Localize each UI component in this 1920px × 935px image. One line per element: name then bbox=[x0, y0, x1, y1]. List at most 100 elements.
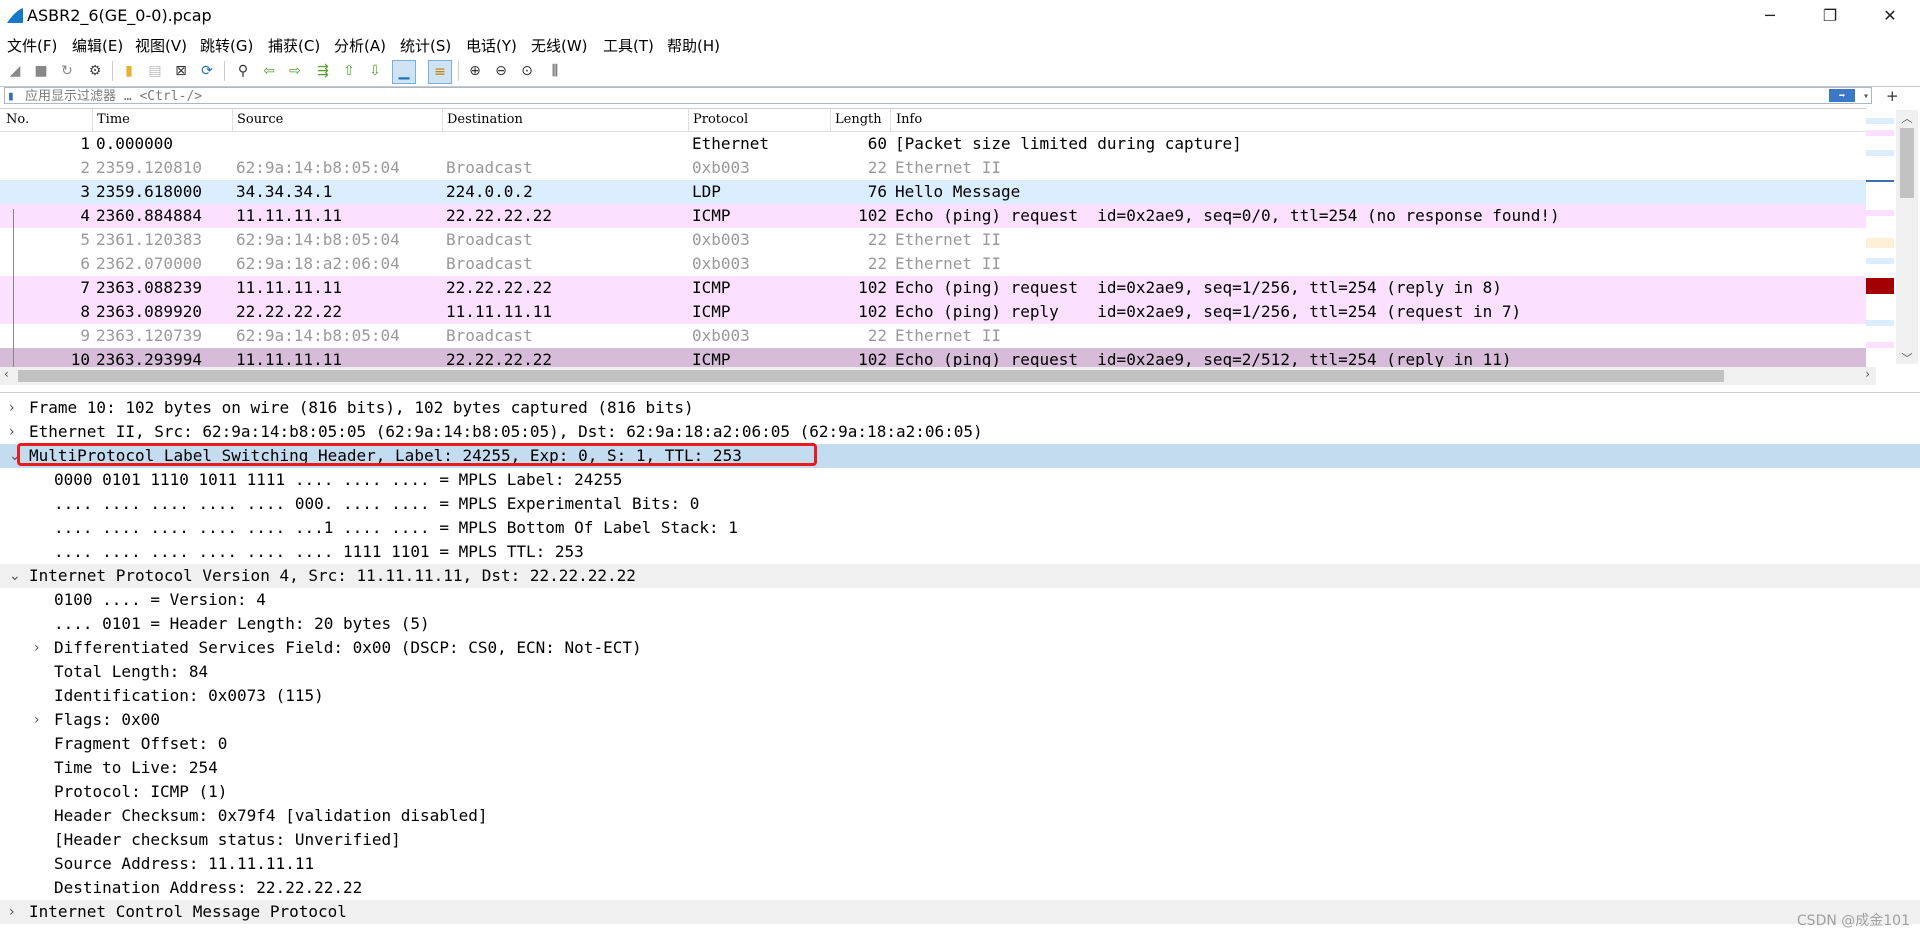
go-to-packet-icon[interactable]: ⇶ bbox=[312, 60, 334, 82]
packet-row[interactable]: 9 2363.120739 62:9a:14:b8:05:04 Broadcast 0x… bbox=[0, 324, 1866, 348]
zoom-normal-icon[interactable]: ⊙ bbox=[516, 60, 538, 82]
zoom-out-icon[interactable]: ⊖ bbox=[490, 60, 512, 82]
detail-tree-item[interactable]: › Flags: 0x00 bbox=[0, 708, 1920, 732]
column-header-info[interactable]: Info bbox=[896, 112, 922, 127]
scroll-right-icon[interactable]: › bbox=[1865, 367, 1870, 381]
capture-options-icon[interactable]: ⚙ bbox=[84, 60, 106, 82]
restart-capture-icon[interactable]: ↻ bbox=[56, 60, 78, 82]
menu-go[interactable]: 跳转(G) bbox=[200, 35, 253, 56]
start-capture-icon[interactable]: ◢ bbox=[4, 60, 26, 82]
menu-view[interactable]: 视图(V) bbox=[135, 35, 187, 56]
autoscroll-icon[interactable]: ▁ bbox=[392, 60, 416, 84]
detail-tree-item[interactable]: 0100 .... = Version: 4 bbox=[0, 588, 1920, 612]
menu-wireless[interactable]: 无线(W) bbox=[531, 35, 588, 56]
display-filter-input[interactable]: ▮ 应用显示过滤器 … <Ctrl-/> ➡ ▾ bbox=[4, 87, 1872, 104]
detail-tree-item[interactable]: .... .... .... .... .... 000. .... .... … bbox=[0, 492, 1920, 516]
colorize-icon[interactable]: ≡ bbox=[428, 60, 452, 84]
find-packet-icon[interactable]: ⚲ bbox=[232, 60, 254, 82]
detail-tree-item[interactable]: .... .... .... .... .... .... 1111 1101 … bbox=[0, 540, 1920, 564]
packet-row[interactable]: 8 2363.089920 22.22.22.22 11.11.11.11 ICMP 10… bbox=[0, 300, 1866, 324]
column-divider[interactable] bbox=[442, 109, 443, 131]
detail-tree-item[interactable]: .... .... .... .... .... ...1 .... .... … bbox=[0, 516, 1920, 540]
packet-source: 11.11.11.11 bbox=[236, 350, 342, 369]
detail-tree-item[interactable]: .... 0101 = Header Length: 20 bytes (5) bbox=[0, 612, 1920, 636]
expanded-chevron-icon[interactable]: ⌄ bbox=[9, 564, 21, 588]
close-file-icon[interactable]: ⊠ bbox=[170, 60, 192, 82]
packet-list-horizontal-scrollbar[interactable]: ‹ › bbox=[0, 367, 1876, 385]
detail-tree-item[interactable]: Total Length: 84 bbox=[0, 660, 1920, 684]
go-forward-icon[interactable]: ⇨ bbox=[284, 60, 306, 82]
vertical-scroll-thumb[interactable] bbox=[1900, 128, 1914, 198]
collapsed-chevron-icon[interactable]: › bbox=[34, 708, 40, 732]
packet-row[interactable]: 4 2360.884884 11.11.11.11 22.22.22.22 ICMP 10… bbox=[0, 204, 1866, 228]
column-divider[interactable] bbox=[92, 109, 93, 131]
detail-tree-item[interactable]: 0000 0101 1110 1011 1111 .... .... .... … bbox=[0, 468, 1920, 492]
scroll-up-icon[interactable]: ︿ bbox=[1898, 110, 1916, 125]
packet-row[interactable]: 1 0.000000 Ethernet 60 [Packet size limited … bbox=[0, 132, 1866, 156]
column-divider[interactable] bbox=[688, 109, 689, 131]
detail-tree-item[interactable]: Fragment Offset: 0 bbox=[0, 732, 1920, 756]
detail-tree-item[interactable]: Destination Address: 22.22.22.22 bbox=[0, 876, 1920, 900]
column-divider[interactable] bbox=[232, 109, 233, 131]
menu-analyze[interactable]: 分析(A) bbox=[334, 35, 386, 56]
column-header-destination[interactable]: Destination bbox=[447, 112, 523, 127]
apply-filter-icon[interactable]: ➡ bbox=[1829, 89, 1855, 102]
column-header-length[interactable]: Length bbox=[835, 112, 882, 127]
detail-tree-item[interactable]: Time to Live: 254 bbox=[0, 756, 1920, 780]
detail-tree-item[interactable]: Identification: 0x0073 (115) bbox=[0, 684, 1920, 708]
collapsed-chevron-icon[interactable]: › bbox=[9, 396, 15, 420]
scroll-left-icon[interactable]: ‹ bbox=[4, 367, 9, 381]
packet-minimap[interactable] bbox=[1866, 110, 1896, 364]
stop-capture-icon[interactable]: ■ bbox=[30, 60, 52, 82]
detail-tree-item[interactable]: › Frame 10: 102 bytes on wire (816 bits),… bbox=[0, 396, 1920, 420]
go-last-icon[interactable]: ⇩ bbox=[364, 60, 386, 82]
go-first-icon[interactable]: ⇧ bbox=[338, 60, 360, 82]
minimize-button[interactable]: ─ bbox=[1740, 0, 1800, 30]
column-header-source[interactable]: Source bbox=[237, 112, 283, 127]
detail-tree-item[interactable]: ⌄ Internet Protocol Version 4, Src: 11.11… bbox=[0, 564, 1920, 588]
go-back-icon[interactable]: ⇦ bbox=[258, 60, 280, 82]
packet-length: 102 bbox=[858, 302, 887, 321]
close-button[interactable]: ✕ bbox=[1860, 0, 1920, 30]
horizontal-scroll-thumb[interactable] bbox=[18, 370, 1724, 382]
filter-dropdown-icon[interactable]: ▾ bbox=[1863, 88, 1869, 105]
menu-statistics[interactable]: 统计(S) bbox=[400, 35, 451, 56]
detail-tree-item[interactable]: › Differentiated Services Field: 0x00 (DS… bbox=[0, 636, 1920, 660]
menu-tools[interactable]: 工具(T) bbox=[603, 35, 654, 56]
menu-telephony[interactable]: 电话(Y) bbox=[466, 35, 517, 56]
column-header-no[interactable]: No. bbox=[6, 112, 29, 127]
packet-row[interactable]: 2 2359.120810 62:9a:14:b8:05:04 Broadcast 0x… bbox=[0, 156, 1866, 180]
resize-columns-icon[interactable]: ⫼ bbox=[544, 60, 566, 82]
detail-tree-item[interactable]: Protocol: ICMP (1) bbox=[0, 780, 1920, 804]
menu-file[interactable]: 文件(F) bbox=[7, 35, 57, 56]
menu-capture[interactable]: 捕获(C) bbox=[268, 35, 320, 56]
collapsed-chevron-icon[interactable]: › bbox=[9, 900, 15, 924]
detail-tree-item[interactable]: › Internet Control Message Protocol bbox=[0, 900, 1920, 924]
collapsed-chevron-icon[interactable]: › bbox=[9, 420, 15, 444]
scroll-down-icon[interactable]: ﹀ bbox=[1898, 350, 1916, 365]
bookmark-icon[interactable]: ▮ bbox=[7, 88, 15, 105]
detail-tree-item[interactable]: › Ethernet II, Src: 62:9a:14:b8:05:05 (62… bbox=[0, 420, 1920, 444]
packet-row[interactable]: 5 2361.120383 62:9a:14:b8:05:04 Broadcast 0x… bbox=[0, 228, 1866, 252]
packet-row[interactable]: 7 2363.088239 11.11.11.11 22.22.22.22 ICMP 10… bbox=[0, 276, 1866, 300]
add-filter-button-icon[interactable]: + bbox=[1886, 87, 1899, 105]
detail-tree-item[interactable]: Source Address: 11.11.11.11 bbox=[0, 852, 1920, 876]
packet-row[interactable]: 6 2362.070000 62:9a:18:a2:06:04 Broadcast 0x… bbox=[0, 252, 1866, 276]
packet-row[interactable]: 3 2359.618000 34.34.34.1 224.0.0.2 LDP 76 Hell… bbox=[0, 180, 1866, 204]
packet-list-vertical-scrollbar[interactable]: ︿ ﹀ bbox=[1896, 110, 1918, 365]
menu-edit[interactable]: 编辑(E) bbox=[72, 35, 123, 56]
packet-row[interactable]: 10 2363.293994 11.11.11.11 22.22.22.22 ICMP 1… bbox=[0, 348, 1866, 369]
detail-tree-item[interactable]: Header Checksum: 0x79f4 [validation disa… bbox=[0, 804, 1920, 828]
column-divider[interactable] bbox=[830, 109, 831, 131]
zoom-in-icon[interactable]: ⊕ bbox=[464, 60, 486, 82]
column-header-protocol[interactable]: Protocol bbox=[693, 112, 748, 127]
save-file-icon[interactable]: ▤ bbox=[144, 60, 166, 82]
menu-help[interactable]: 帮助(H) bbox=[667, 35, 720, 56]
reload-file-icon[interactable]: ⟳ bbox=[196, 60, 218, 82]
column-divider[interactable] bbox=[890, 109, 891, 131]
column-header-time[interactable]: Time bbox=[97, 112, 130, 127]
open-file-icon[interactable]: ▮ bbox=[118, 60, 140, 82]
collapsed-chevron-icon[interactable]: › bbox=[34, 636, 40, 660]
maximize-button[interactable]: ❐ bbox=[1800, 0, 1860, 30]
detail-tree-item[interactable]: [Header checksum status: Unverified] bbox=[0, 828, 1920, 852]
